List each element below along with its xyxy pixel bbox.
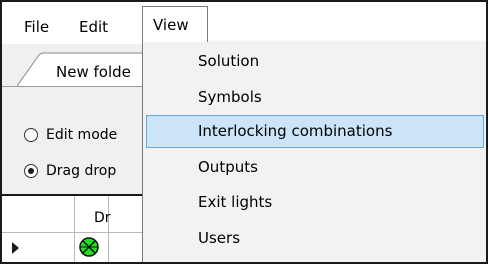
grid-column-divider bbox=[108, 196, 109, 264]
menu-view-label: View bbox=[153, 16, 189, 34]
menu-item-symbols[interactable]: Symbols bbox=[146, 81, 484, 114]
menu-view-open[interactable]: View bbox=[142, 6, 208, 42]
grid-header-cell[interactable]: Dr bbox=[94, 210, 111, 226]
signal-icon[interactable] bbox=[78, 236, 100, 258]
grid-column-divider bbox=[74, 196, 75, 264]
menu-bar: File Edit bbox=[2, 2, 486, 44]
app-window: File Edit View New folde Edit mode Drag … bbox=[0, 0, 488, 264]
radio-unselected-icon bbox=[24, 128, 38, 142]
view-menu-dropdown: Solution Symbols Interlocking combinatio… bbox=[142, 41, 487, 264]
radio-selected-icon bbox=[24, 164, 38, 178]
drag-drop-radio[interactable]: Drag drop bbox=[24, 160, 116, 182]
menu-file[interactable]: File bbox=[24, 18, 49, 36]
edit-mode-radio[interactable]: Edit mode bbox=[24, 124, 117, 146]
tab-new-folder-label: New folde bbox=[56, 63, 131, 81]
menu-item-solution[interactable]: Solution bbox=[146, 45, 484, 78]
edit-mode-label: Edit mode bbox=[46, 127, 118, 143]
row-pointer-icon bbox=[12, 242, 19, 254]
drag-drop-label: Drag drop bbox=[46, 163, 117, 179]
menu-item-users[interactable]: Users bbox=[146, 222, 484, 255]
menu-item-interlocking-combinations[interactable]: Interlocking combinations bbox=[146, 115, 484, 148]
menu-item-outputs[interactable]: Outputs bbox=[146, 151, 484, 184]
menu-item-exit-lights[interactable]: Exit lights bbox=[146, 186, 484, 219]
menu-edit[interactable]: Edit bbox=[79, 18, 108, 36]
